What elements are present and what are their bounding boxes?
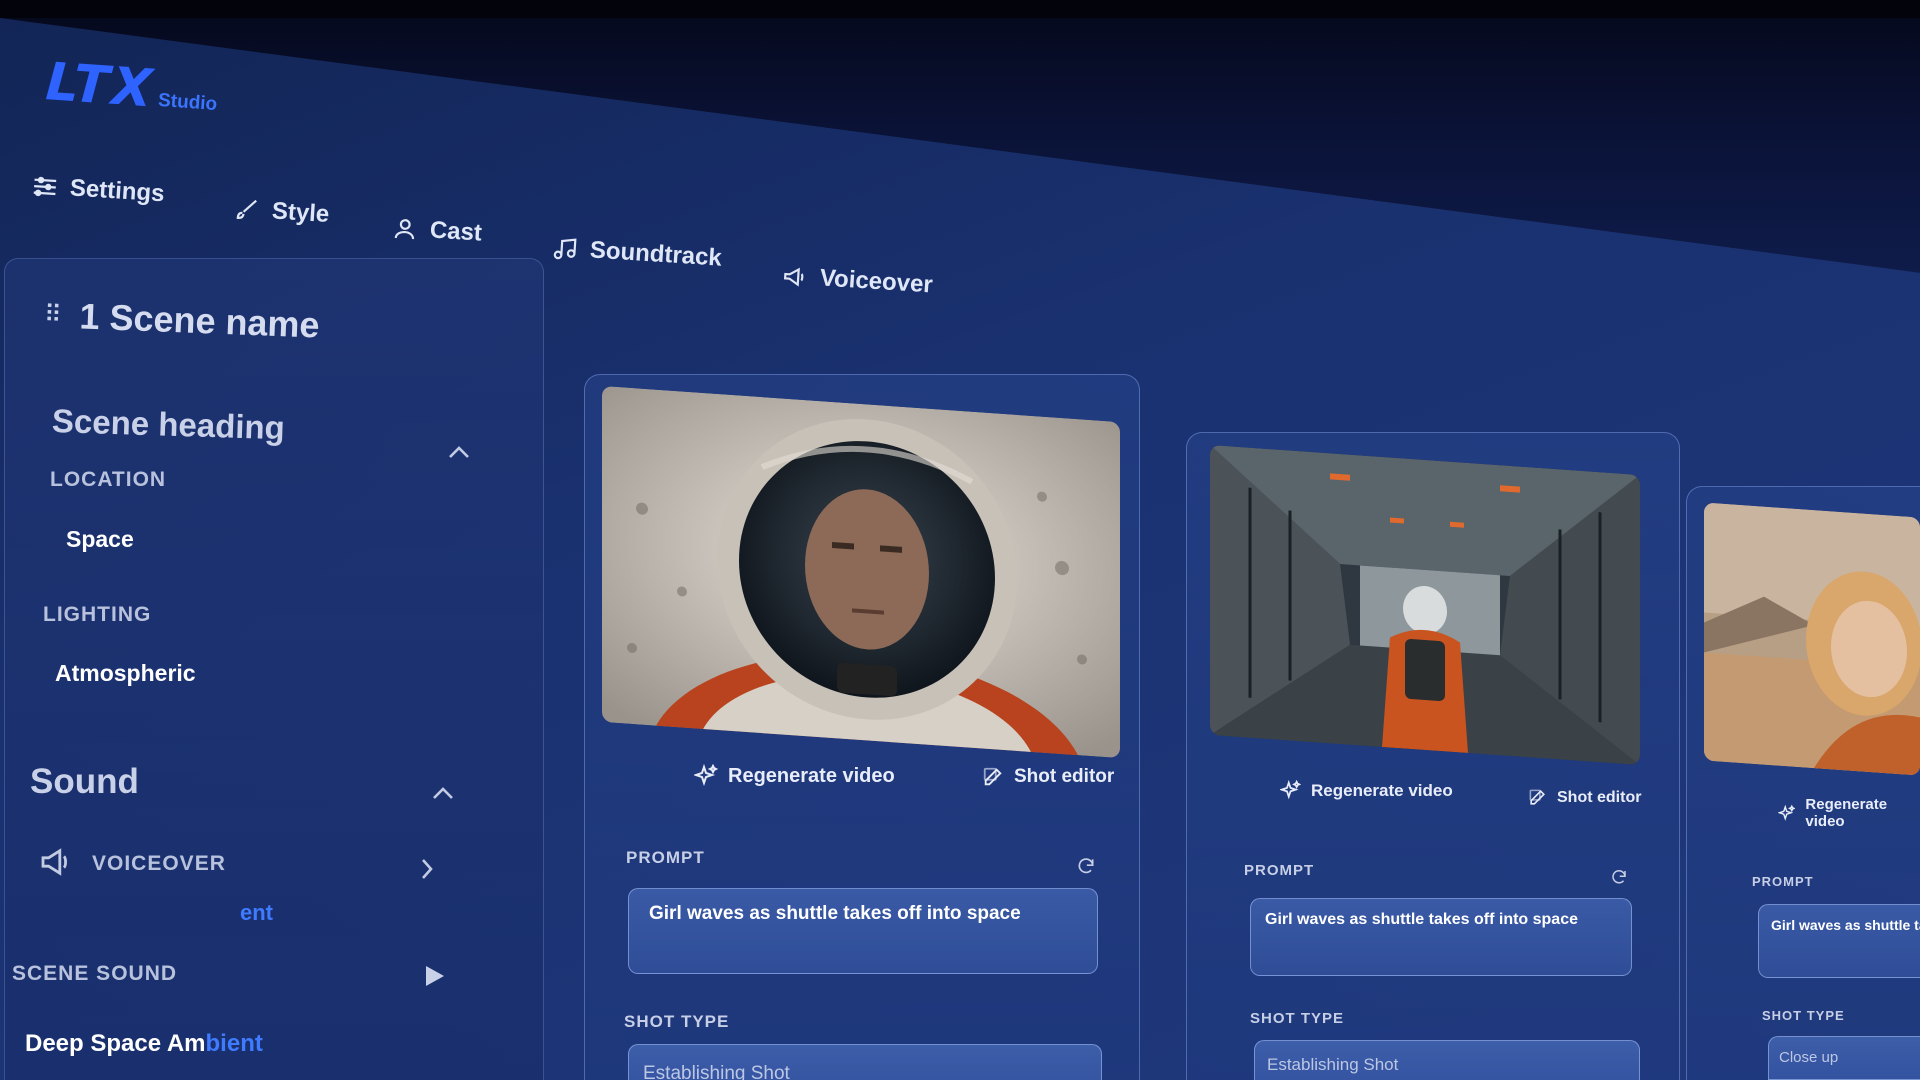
regenerate-video-label: Regenerate video bbox=[1311, 780, 1453, 800]
refresh-icon bbox=[1612, 870, 1626, 884]
location-label: LOCATION bbox=[50, 468, 167, 491]
voiceover-label: VOICEOVER bbox=[92, 852, 226, 875]
person-icon bbox=[394, 219, 415, 240]
edit-icon bbox=[983, 767, 1002, 786]
tab-label: Soundtrack bbox=[589, 236, 723, 272]
tab-soundtrack[interactable]: Soundtrack bbox=[551, 234, 723, 273]
sound-title: Sound bbox=[30, 762, 139, 801]
edit-icon bbox=[1529, 789, 1545, 805]
drag-handle-icon[interactable]: ⠿ bbox=[44, 301, 63, 329]
shot-editor-button[interactable]: Shot editor bbox=[982, 766, 1114, 788]
spaceship-corridor-image bbox=[1210, 444, 1640, 766]
tab-label: Cast bbox=[429, 216, 483, 247]
tab-label: Style bbox=[271, 197, 331, 228]
voiceover-partial-text: ent bbox=[240, 900, 273, 925]
shot-thumbnail[interactable] bbox=[602, 385, 1120, 759]
tab-label: Settings bbox=[69, 174, 166, 208]
prompt-input[interactable]: Girl waves as shuttle takes off into spa… bbox=[1250, 898, 1632, 976]
shot-type-select[interactable]: Establishing Shot bbox=[628, 1044, 1102, 1080]
app-stage: LTX Studio Settings Style Cast Soundtrac… bbox=[0, 0, 1920, 1080]
prompt-label: PROMPT bbox=[1244, 862, 1315, 879]
megaphone-icon bbox=[40, 848, 74, 876]
shot-editor-button[interactable]: Shot editor bbox=[1528, 788, 1641, 807]
shot-editor-label: Shot editor bbox=[1014, 766, 1115, 787]
lighting-label: LIGHTING bbox=[43, 603, 152, 626]
scene-heading-title: Scene heading bbox=[51, 402, 286, 447]
collapse-scene-heading[interactable] bbox=[448, 445, 470, 459]
lighting-value[interactable]: Atmospheric bbox=[55, 660, 196, 687]
prompt-label: PROMPT bbox=[1752, 874, 1814, 889]
refresh-prompt-button[interactable] bbox=[1610, 868, 1628, 886]
tab-voiceover[interactable]: Voiceover bbox=[781, 262, 934, 299]
megaphone-icon bbox=[783, 267, 804, 287]
prompt-input[interactable]: Girl waves as shuttle ta bbox=[1758, 904, 1920, 978]
regenerate-video-button[interactable]: Regenerate video bbox=[1778, 796, 1920, 830]
prompt-input[interactable]: Girl waves as shuttle takes off into spa… bbox=[628, 888, 1098, 974]
sliders-icon bbox=[33, 176, 57, 197]
scene-sound-value[interactable]: Deep Space Ambient bbox=[25, 1030, 263, 1058]
refresh-prompt-button[interactable] bbox=[1076, 856, 1096, 876]
regenerate-video-label: Regenerate video bbox=[728, 764, 895, 787]
sparkle-icon bbox=[1778, 804, 1796, 821]
expand-voiceover[interactable] bbox=[420, 858, 434, 880]
shot-type-select[interactable]: Establishing Shot bbox=[1254, 1040, 1640, 1080]
regenerate-video-label: Regenerate video bbox=[1805, 796, 1888, 830]
play-icon bbox=[426, 966, 444, 986]
shot-editor-label: Shot editor bbox=[1557, 788, 1642, 806]
music-note-icon bbox=[553, 238, 577, 260]
girl-desert-image bbox=[1704, 502, 1920, 776]
sparkle-icon bbox=[694, 764, 718, 787]
scene-sound-label: SCENE SOUND bbox=[12, 962, 178, 985]
chevron-right-icon bbox=[422, 859, 433, 879]
shot-type-label: SHOT TYPE bbox=[624, 1012, 730, 1031]
tab-label: Voiceover bbox=[819, 264, 934, 299]
regenerate-video-button[interactable]: Regenerate video bbox=[1280, 780, 1453, 801]
collapse-sound[interactable] bbox=[432, 786, 454, 800]
chevron-up-icon bbox=[433, 787, 453, 799]
sparkle-icon bbox=[1280, 780, 1301, 800]
shot-thumbnail[interactable] bbox=[1704, 502, 1920, 776]
refresh-icon bbox=[1078, 858, 1094, 874]
prompt-label: PROMPT bbox=[626, 848, 705, 867]
tab-settings[interactable]: Settings bbox=[31, 172, 165, 208]
top-tabs: Settings Style Cast Soundtrack Voiceover bbox=[0, 0, 1920, 300]
shot-type-label: SHOT TYPE bbox=[1250, 1010, 1345, 1027]
brush-icon bbox=[236, 199, 257, 220]
chevron-up-icon bbox=[449, 446, 469, 458]
astronaut-portrait-image bbox=[602, 385, 1120, 759]
shot-type-select[interactable]: Close up bbox=[1768, 1036, 1920, 1080]
play-scene-sound[interactable] bbox=[424, 964, 446, 988]
shot-thumbnail[interactable] bbox=[1210, 444, 1640, 766]
scene-sound-text-highlight: bient bbox=[205, 1030, 263, 1057]
tab-cast[interactable]: Cast bbox=[391, 214, 483, 248]
tab-style[interactable]: Style bbox=[233, 195, 330, 229]
regenerate-video-button[interactable]: Regenerate video bbox=[694, 764, 895, 788]
scene-sound-text: Deep Space Am bbox=[25, 1030, 206, 1057]
shot-type-label: SHOT TYPE bbox=[1762, 1008, 1845, 1023]
location-value[interactable]: Space bbox=[66, 526, 134, 553]
